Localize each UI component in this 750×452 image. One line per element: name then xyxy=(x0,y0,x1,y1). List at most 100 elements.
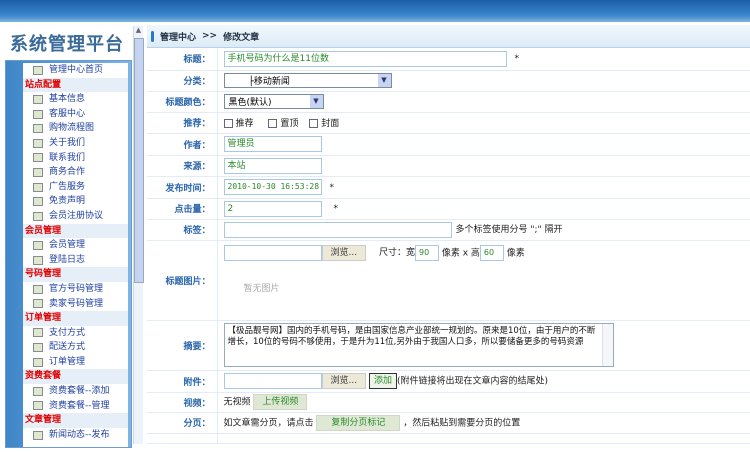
title-input[interactable]: 手机号码为什么是11位数 xyxy=(223,50,507,67)
sidebar-item[interactable]: 配送方式 xyxy=(23,340,128,355)
breadcrumb: 管理中心 >> 修改文章 xyxy=(147,25,750,48)
page-edit-icon xyxy=(33,255,43,265)
page-edit-icon xyxy=(33,343,43,353)
sidebar-item-label: 广告服务 xyxy=(49,181,86,192)
source-label: 来源： xyxy=(147,155,218,177)
sidebar-item-label: 支付方式 xyxy=(49,327,86,338)
sidebar-item[interactable]: 卖家号码管理 xyxy=(23,297,128,312)
attachment-file-input[interactable] xyxy=(223,373,322,389)
publish-time-input[interactable]: 2010-10-30 16:53:28 xyxy=(223,179,322,195)
title-color-label: 标题颜色： xyxy=(147,91,218,113)
paging-label: 分页： xyxy=(147,412,218,434)
page-edit-icon xyxy=(33,138,43,148)
copy-page-marker-button[interactable]: 复制分页标记 xyxy=(316,414,401,431)
scroll-up-icon[interactable]: ▲ xyxy=(134,26,143,36)
browse-attachment-button[interactable]: 浏览... xyxy=(321,373,367,389)
sidebar-item[interactable]: 基本信息 xyxy=(23,92,128,107)
category-select[interactable]: ├移动新闻 ▼ xyxy=(223,73,392,88)
sidebar-item[interactable]: 支付方式 xyxy=(23,326,128,341)
sidebar-item[interactable]: 登陆日志 xyxy=(23,253,128,268)
sidebar-scrollbar[interactable]: ▲ xyxy=(133,26,144,444)
page-edit-icon xyxy=(33,197,43,207)
breadcrumb-home[interactable]: 管理中心 xyxy=(160,30,196,43)
page-edit-icon xyxy=(33,386,43,396)
sidebar-item[interactable]: 会员注册协议 xyxy=(23,209,128,224)
image-height-input[interactable]: 60 xyxy=(479,244,504,261)
title-image-label: 标题图片： xyxy=(147,240,218,321)
sidebar-item[interactable]: 广告服务 xyxy=(23,180,128,195)
cover-option: 封面 xyxy=(321,119,340,129)
sidebar-panel: 管理中心首页站点配置 基本信息 客服中心 购物流程图关于我们 联系我们商务合作广告服务免… xyxy=(5,60,132,448)
sidebar-item[interactable]: 资费套餐--管理 xyxy=(23,399,128,414)
sidebar-section-header: 文章管理 xyxy=(23,413,128,428)
sidebar-item[interactable]: 会员管理 xyxy=(23,238,128,253)
page-edit-icon xyxy=(33,167,43,177)
sidebar-item[interactable]: 官方号码管理 xyxy=(23,282,128,297)
sidebar-item-label: 会员注册协议 xyxy=(49,210,104,221)
attachment-label: 附件： xyxy=(147,370,218,393)
title-color-select[interactable]: 黑色(默认) ▼ xyxy=(223,94,324,109)
top-checkbox[interactable] xyxy=(268,119,278,128)
tags-input[interactable] xyxy=(223,221,452,238)
sidebar-item-label: 管理中心首页 xyxy=(49,65,104,75)
chevron-down-icon: ▼ xyxy=(377,74,391,87)
add-attachment-button[interactable]: 添加 xyxy=(368,373,397,389)
title-image-file-input[interactable] xyxy=(223,244,322,261)
sidebar-item-label: 购物流程图 xyxy=(49,123,95,134)
tags-hint: 多个标签使用分号 ";" 隔开 xyxy=(455,225,563,235)
breadcrumb-marker-icon xyxy=(151,30,154,42)
sidebar-item[interactable]: 关于我们 xyxy=(23,136,128,151)
app-logo: 系统管理平台 xyxy=(10,34,124,55)
browse-image-button[interactable]: 浏览... xyxy=(321,244,367,261)
sidebar-item[interactable]: 联系我们 xyxy=(23,151,128,166)
required-mark: * xyxy=(514,54,520,65)
sidebar-item[interactable]: 购物流程图 xyxy=(23,121,128,136)
upload-video-button[interactable]: 上传视频 xyxy=(253,394,308,410)
sidebar-item-label: 商务合作 xyxy=(49,167,86,178)
sidebar-item[interactable]: 商务合作 xyxy=(23,165,128,180)
page-edit-icon xyxy=(33,328,43,338)
breadcrumb-separator: >> xyxy=(202,31,218,41)
size-label: 尺寸：宽 xyxy=(378,248,415,258)
author-input[interactable]: 管理员 xyxy=(223,136,322,152)
video-label: 视频： xyxy=(147,392,218,413)
sidebar-item-label: 官方号码管理 xyxy=(49,283,104,294)
sidebar-item[interactable]: 订单管理 xyxy=(23,355,128,370)
top-option: 置顶 xyxy=(280,119,299,129)
empty-cell xyxy=(217,433,750,444)
page-edit-icon xyxy=(33,357,43,367)
cover-checkbox[interactable] xyxy=(309,119,319,128)
sidebar-section-header: 站点配置 xyxy=(23,77,128,93)
sidebar-item-label: 会员管理 xyxy=(49,240,86,251)
sidebar-item[interactable]: 客服中心 xyxy=(23,107,128,122)
recommend-option: 推荐 xyxy=(235,119,254,129)
sidebar-item-label: 联系我们 xyxy=(49,152,86,163)
video-status: 无视频 xyxy=(223,397,251,408)
author-label: 作者： xyxy=(147,133,218,156)
recommend-checkbox[interactable] xyxy=(223,119,233,128)
page-edit-icon xyxy=(33,94,43,104)
sidebar-section-header: 订单管理 xyxy=(23,311,128,326)
paging-text-before: 如文章需分页，请点击 xyxy=(223,418,314,428)
image-width-input[interactable]: 90 xyxy=(414,244,439,261)
hits-input[interactable]: 2 xyxy=(223,200,322,217)
scrollbar-thumb[interactable] xyxy=(134,38,144,283)
source-input[interactable]: 本站 xyxy=(223,157,322,174)
tags-label: 标签： xyxy=(147,219,218,241)
summary-textarea[interactable]: 【极品靓号网】国内的手机号码，是由国家信息产业部统一规划的。原来是10位，由于用… xyxy=(223,323,614,367)
sidebar-item[interactable]: 资费套餐--添加 xyxy=(23,384,128,399)
publish-time-label: 发布时间： xyxy=(147,176,218,199)
page-edit-icon xyxy=(33,240,43,250)
sidebar-item[interactable]: 免责声明 xyxy=(23,194,128,209)
sidebar-item-label: 配送方式 xyxy=(49,342,86,353)
category-label: 分类： xyxy=(147,70,218,92)
page-edit-icon xyxy=(33,109,43,119)
sidebar: 系统管理平台 管理中心首页站点配置 基本信息 客服中心 购物流程图关于我们 联系我们商务… xyxy=(0,22,145,452)
sidebar-item[interactable]: 管理中心首页 xyxy=(23,63,128,78)
category-value: ├移动新闻 xyxy=(248,77,290,87)
sidebar-menu: 管理中心首页站点配置 基本信息 客服中心 购物流程图关于我们 联系我们商务合作广告服务免… xyxy=(23,63,128,447)
summary-scrollbar[interactable] xyxy=(601,324,613,366)
paging-text-after: ，然后粘贴到需要分页的位置 xyxy=(403,418,521,428)
sidebar-item[interactable]: 新闻动态--发布 xyxy=(23,428,128,443)
empty-cell xyxy=(147,433,218,444)
